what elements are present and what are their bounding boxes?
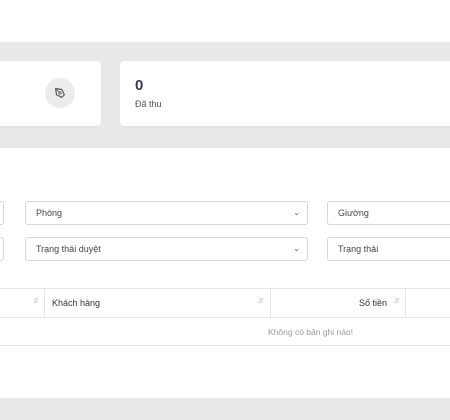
empty-message: Không có bản ghi nào! — [268, 327, 354, 337]
status-select-label: Trạng thái — [338, 244, 379, 254]
top-bar — [0, 0, 450, 42]
column-customer[interactable]: Khách hàng — [52, 289, 100, 317]
column-divider — [405, 289, 406, 317]
chevron-down-icon: ⌄ — [293, 208, 300, 217]
approval-status-label: Trạng thái duyệt — [36, 244, 101, 254]
collected-value: 0 — [135, 77, 144, 94]
column-customer-label: Khách hàng — [52, 298, 101, 308]
stat-card-collected: 0 Đã thu — [120, 61, 450, 126]
room-select-label: Phòng — [36, 208, 63, 218]
column-amount-label: Số tiền — [359, 298, 388, 308]
column-divider — [270, 289, 271, 317]
approval-status-select[interactable]: Trạng thái duyệt ⌄ — [25, 237, 308, 261]
column-divider — [44, 289, 45, 317]
chevron-down-icon: ⌄ — [293, 244, 300, 253]
filter-table-panel: Phòng ⌄ Giường Trạng thái duyệt ⌄ Trạng … — [0, 148, 450, 398]
sort-icon[interactable]: ⇵ — [394, 297, 400, 305]
bed-select-label: Giường — [338, 208, 369, 218]
status-select[interactable]: Trạng thái — [327, 237, 450, 261]
bed-select[interactable]: Giường — [327, 201, 450, 225]
sort-icon[interactable]: ⇵ — [258, 297, 264, 305]
column-amount[interactable]: Số tiền — [359, 289, 387, 317]
stat-card-pen — [0, 61, 101, 126]
table-header: ⇵ Khách hàng ⇵ Số tiền ⇵ — [0, 288, 450, 318]
filter-select-partial-1[interactable] — [0, 201, 4, 225]
filter-select-partial-2[interactable] — [0, 237, 4, 261]
pen-icon — [45, 78, 75, 108]
collected-label: Đã thu — [135, 99, 162, 109]
room-select[interactable]: Phòng ⌄ — [25, 201, 308, 225]
sort-icon[interactable]: ⇵ — [33, 297, 39, 305]
empty-row: Không có bản ghi nào! — [0, 318, 450, 346]
